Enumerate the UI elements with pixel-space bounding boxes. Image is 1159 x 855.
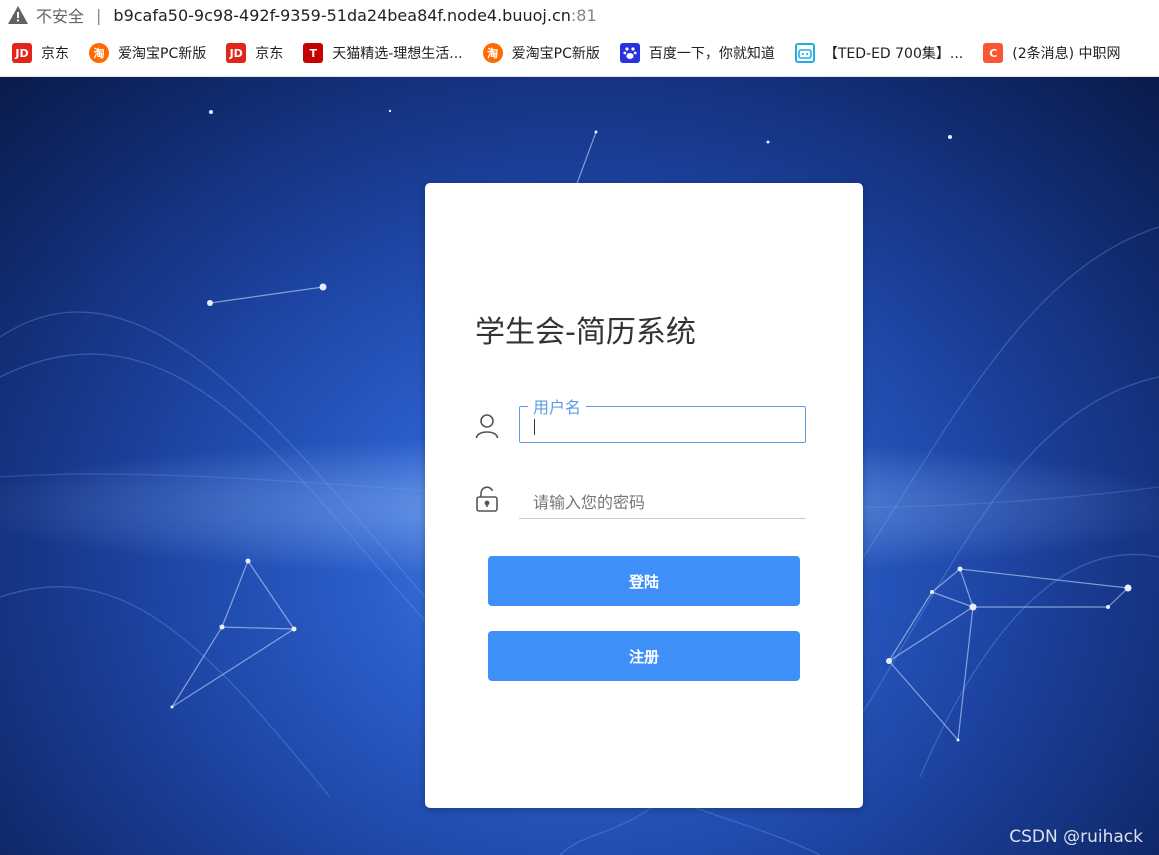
login-button[interactable]: 登陆 — [488, 556, 800, 606]
bookmark-csdn[interactable]: C (2条消息) 中职网 — [983, 43, 1121, 63]
username-input[interactable]: 用户名 — [519, 394, 806, 443]
page-title: 学生会-简历系统 — [475, 315, 696, 350]
bookmark-label: 天猫精选-理想生活... — [332, 46, 463, 62]
url-port[interactable]: :81 — [571, 6, 597, 25]
password-input[interactable]: 请输入您的密码 — [519, 481, 806, 519]
security-label[interactable]: 不安全 — [36, 3, 84, 27]
unlock-icon — [475, 486, 499, 512]
url-host[interactable]: b9cafa50-9c98-492f-9359-51da24bea84f.nod… — [113, 6, 570, 25]
bookmark-taobao-1[interactable]: 淘 爱淘宝PC新版 — [89, 43, 206, 63]
address-separator: | — [96, 5, 102, 25]
username-label: 用户名 — [528, 394, 587, 418]
bookmark-bilibili[interactable]: 【TED-ED 700集】... — [794, 43, 964, 63]
password-placeholder: 请输入您的密码 — [533, 493, 646, 512]
bookmark-tmall[interactable]: T 天猫精选-理想生活... — [303, 43, 463, 63]
bilibili-icon — [794, 43, 815, 63]
bookmark-baidu[interactable]: 百度一下，你就知道 — [619, 43, 775, 63]
bookmark-label: (2条消息) 中职网 — [1012, 46, 1121, 62]
bookmark-label: 京东 — [41, 46, 69, 62]
jd-icon: JD — [12, 43, 32, 63]
bookmark-jd-2[interactable]: JD 京东 — [226, 43, 283, 63]
bookmarks-bar: JD 京东 淘 爱淘宝PC新版 JD 京东 T 天猫精选-理想生活... 淘 爱… — [0, 30, 1159, 77]
login-card: 学生会-简历系统 用户名 请输入您的密码 登陆 注册 — [425, 183, 863, 808]
tmall-icon: T — [303, 43, 324, 63]
baidu-icon — [619, 43, 640, 63]
warning-icon[interactable] — [8, 5, 28, 25]
watermark: CSDN @ruihack — [1009, 827, 1143, 847]
taobao-icon: 淘 — [89, 43, 109, 63]
csdn-icon: C — [983, 43, 1004, 63]
address-bar[interactable]: 不安全 | b9cafa50-9c98-492f-9359-51da24bea8… — [0, 0, 1159, 30]
text-caret — [534, 419, 535, 435]
taobao-icon: 淘 — [482, 43, 503, 63]
bookmark-label: 京东 — [255, 46, 284, 62]
bookmark-jd-1[interactable]: JD 京东 — [12, 43, 69, 63]
bookmark-label: 百度一下，你就知道 — [648, 46, 775, 62]
bookmark-label: 爱淘宝PC新版 — [511, 46, 600, 62]
bookmark-taobao-2[interactable]: 淘 爱淘宝PC新版 — [482, 43, 600, 63]
bookmark-label: 爱淘宝PC新版 — [118, 46, 207, 62]
user-icon — [475, 413, 499, 439]
bookmark-label: 【TED-ED 700集】... — [823, 46, 964, 62]
jd-icon: JD — [226, 43, 247, 63]
register-button[interactable]: 注册 — [488, 631, 800, 681]
page-background: 学生会-简历系统 用户名 请输入您的密码 登陆 注册 CSDN @ruihack — [0, 77, 1159, 855]
